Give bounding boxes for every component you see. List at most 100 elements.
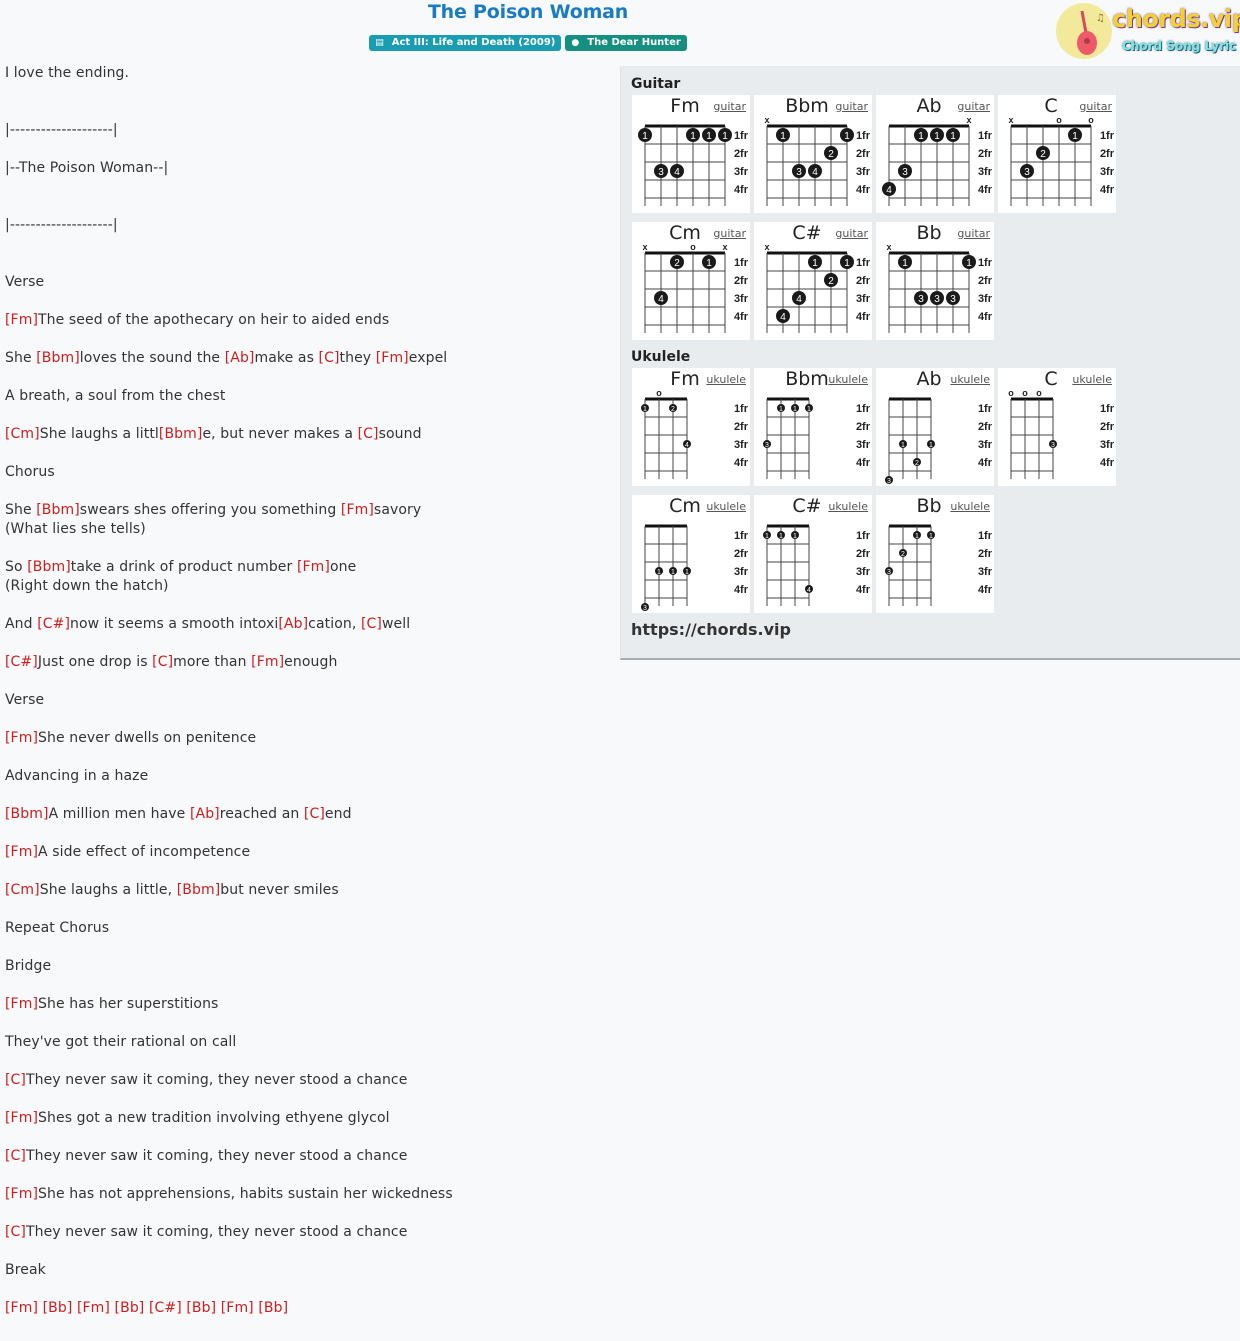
guitar-chord-c[interactable]: 1fr 2fr 3fr 4fr x o o 3 2 1 Cguitar bbox=[998, 95, 1116, 213]
chord-link[interactable]: [C] bbox=[152, 654, 173, 670]
lyric-text: They never saw it coming, they never sto… bbox=[26, 1148, 408, 1164]
guitar-chord-bb[interactable]: 1fr 2fr 3fr 4fr x 1 3 3 3 1 Bb guitar bbox=[876, 222, 994, 340]
ukulele-chord-ab[interactable]: 1fr 2fr 3fr 4fr 3 1 2 1 Ab ukulele bbox=[876, 368, 994, 486]
ukulele-chord-bb[interactable]: 1fr 2fr 3fr 4fr 3 2 1 1 Bb ukulele bbox=[876, 495, 994, 613]
chord-link[interactable]: [Fm] bbox=[297, 559, 330, 575]
chord-link[interactable]: [C] bbox=[319, 350, 340, 366]
chord-link[interactable]: [Fm] bbox=[341, 502, 374, 518]
lyric-text: A side effect of incompetence bbox=[38, 844, 251, 860]
chord-link[interactable]: [Bbm] bbox=[159, 426, 203, 442]
chord-link[interactable]: [C] bbox=[5, 1224, 26, 1240]
fret-label: 2fr bbox=[734, 421, 749, 433]
lyric-line: [Fm]She has not apprehensions, habits su… bbox=[5, 1185, 605, 1204]
ukulele-chord-fm[interactable]: 1fr 2fr 3fr 4fr o 1 2 4 Fm ukulele bbox=[632, 368, 750, 486]
chord-link[interactable]: [Fm] bbox=[376, 350, 409, 366]
chord-link[interactable]: [Fm] bbox=[5, 312, 38, 328]
lyric-text: They never saw it coming, they never sto… bbox=[26, 1072, 408, 1088]
chord-link[interactable]: [C#] bbox=[37, 616, 70, 632]
ukulele-link[interactable]: ukulele bbox=[950, 500, 990, 513]
chord-link[interactable]: [Bbm] bbox=[36, 502, 80, 518]
guitar-link[interactable]: guitar bbox=[713, 100, 746, 113]
fret-label: 1fr bbox=[734, 130, 749, 142]
site-logo[interactable]: ♫ chords.vip Chord Song Lyric bbox=[1054, 3, 1240, 61]
svg-text:1: 1 bbox=[706, 131, 712, 142]
album-badge[interactable]: ▤ Act III: Life and Death (2009) bbox=[369, 35, 562, 51]
chord-link[interactable]: [Ab] bbox=[225, 350, 255, 366]
guitar-chord-cm[interactable]: 1fr 2fr 3fr 4fr x o x 4 2 1 Cm guitar bbox=[632, 222, 750, 340]
lyric-text: but never smiles bbox=[220, 882, 339, 898]
chord-link[interactable]: [Fm] bbox=[221, 1300, 254, 1316]
chord-link[interactable]: [Fm] bbox=[5, 996, 38, 1012]
guitar-link[interactable]: guitar bbox=[957, 100, 990, 113]
artist-badge[interactable]: ● The Dear Hunter bbox=[565, 35, 687, 51]
lyric-line: Advancing in a haze bbox=[5, 767, 605, 786]
lyric-text: they bbox=[339, 350, 376, 366]
chord-link[interactable]: [Ab] bbox=[190, 806, 220, 822]
chord-link[interactable]: [C#] bbox=[5, 654, 38, 670]
chord-link[interactable]: [Bbm] bbox=[27, 559, 71, 575]
svg-text:1: 1 bbox=[929, 533, 933, 540]
lyric-text: They never saw it coming, they never sto… bbox=[26, 1224, 408, 1240]
fret-label: 4fr bbox=[856, 311, 871, 323]
guitar-link[interactable]: guitar bbox=[1079, 100, 1112, 113]
guitar-chord-bbm[interactable]: 1fr 2fr 3fr 4fr x 1 3 4 2 1 Bbm guitar bbox=[754, 95, 872, 213]
chord-link[interactable]: [Bb] bbox=[258, 1300, 288, 1316]
ukulele-link[interactable]: ukulele bbox=[706, 373, 746, 386]
svg-text:3: 3 bbox=[918, 294, 924, 305]
chord-link[interactable]: [Bb] bbox=[43, 1300, 73, 1316]
finger-dot: 1 bbox=[1068, 128, 1082, 142]
chord-link[interactable]: [Ab] bbox=[278, 616, 308, 632]
chord-link[interactable]: [Bbm] bbox=[177, 882, 221, 898]
lyric-line: [Fm]She never dwells on penitence bbox=[5, 729, 605, 748]
lyric-text: A breath, a soul from the chest bbox=[5, 388, 226, 404]
guitar-link[interactable]: guitar bbox=[713, 227, 746, 240]
fret-label: 1fr bbox=[978, 530, 993, 542]
svg-text:2: 2 bbox=[828, 149, 834, 160]
ukulele-link[interactable]: ukulele bbox=[950, 373, 990, 386]
lyric-text: Bridge bbox=[5, 958, 52, 974]
chord-link[interactable]: [Fm] bbox=[251, 654, 284, 670]
chord-link[interactable]: [Cm] bbox=[5, 882, 40, 898]
chord-link[interactable]: [Cm] bbox=[5, 426, 40, 442]
chord-link[interactable]: [C] bbox=[358, 426, 379, 442]
ukulele-chord-csharp[interactable]: 1fr 2fr 3fr 4fr 1 1 1 4 C# ukulele bbox=[754, 495, 872, 613]
guitar-chord-ab[interactable]: 1fr 2fr 3fr 4fr x 4 3 1 1 1 Ab guitar bbox=[876, 95, 994, 213]
ukulele-section-label: Ukulele bbox=[631, 349, 691, 365]
chord-link[interactable]: [Fm] bbox=[5, 844, 38, 860]
chord-link[interactable]: [C] bbox=[304, 806, 325, 822]
guitar-chord-csharp[interactable]: 1fr 2fr 3fr 4fr x 4 4 1 2 1 C# guitar bbox=[754, 222, 872, 340]
chord-link[interactable]: [C] bbox=[5, 1072, 26, 1088]
ukulele-chord-bbm[interactable]: 1fr 2fr 3fr 4fr 3 1 1 1 Bbm ukulele bbox=[754, 368, 872, 486]
fret-label: 4fr bbox=[1100, 184, 1115, 196]
site-url[interactable]: https://chords.vip bbox=[631, 620, 791, 639]
ukulele-chord-c[interactable]: 1fr 2fr 3fr 4fr o o o 3 Cukulele bbox=[998, 368, 1116, 486]
chord-link[interactable]: [Bb] bbox=[186, 1300, 216, 1316]
svg-text:1: 1 bbox=[929, 442, 933, 449]
guitar-link[interactable]: guitar bbox=[835, 227, 868, 240]
finger-dot: 2 bbox=[1036, 146, 1050, 160]
ukulele-chord-cm[interactable]: 1fr 2fr 3fr 4fr 3 1 1 1 Cm ukulele bbox=[632, 495, 750, 613]
svg-text:4: 4 bbox=[812, 167, 818, 178]
chord-link[interactable]: [C#] bbox=[149, 1300, 182, 1316]
chord-link[interactable]: [C] bbox=[5, 1148, 26, 1164]
ukulele-link[interactable]: ukulele bbox=[828, 373, 868, 386]
ukulele-link[interactable]: ukulele bbox=[1072, 373, 1112, 386]
chord-link[interactable]: [Fm] bbox=[5, 1300, 38, 1316]
guitar-link[interactable]: guitar bbox=[957, 227, 990, 240]
chord-link[interactable]: [Bbm] bbox=[36, 350, 80, 366]
chord-link[interactable]: [Fm] bbox=[5, 1110, 38, 1126]
ukulele-link[interactable]: ukulele bbox=[706, 500, 746, 513]
ukulele-link[interactable]: ukulele bbox=[828, 500, 868, 513]
chord-link[interactable]: [Fm] bbox=[5, 730, 38, 746]
chord-link[interactable]: [Fm] bbox=[5, 1186, 38, 1202]
guitar-link[interactable]: guitar bbox=[835, 100, 868, 113]
lyric-text: She has not apprehensions, habits sustai… bbox=[38, 1186, 453, 1202]
chord-link[interactable]: [C] bbox=[361, 616, 382, 632]
guitar-chord-fm[interactable]: 1fr 2fr 3fr 4fr 1 3 4 1 1 1 Fm guitar bbox=[632, 95, 750, 213]
chord-link[interactable]: [Fm] bbox=[77, 1300, 110, 1316]
svg-text:2: 2 bbox=[1040, 149, 1046, 160]
chord-link[interactable]: [Bbm] bbox=[5, 806, 49, 822]
chord-link[interactable]: [Bb] bbox=[115, 1300, 145, 1316]
